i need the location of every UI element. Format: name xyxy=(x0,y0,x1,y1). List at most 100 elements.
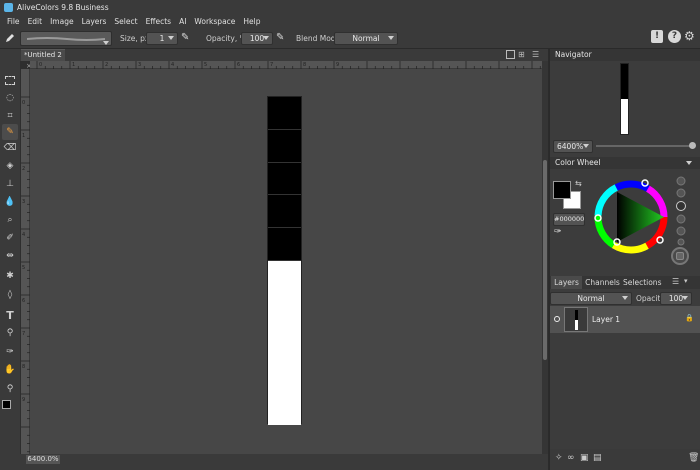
paint-brush-tool-icon[interactable]: ⚲ xyxy=(2,325,18,341)
square-icon xyxy=(676,252,684,260)
menu-workspace[interactable]: Workspace xyxy=(190,17,239,26)
opacity-input[interactable]: 100 xyxy=(241,32,273,45)
vertical-scrollbar-thumb[interactable] xyxy=(543,160,547,360)
layer-thumbnail xyxy=(564,307,588,332)
toolbox: ◌ ⌗ ✎ ⌫ ◈ ⊥ 💧 ⌕ ✐ ⇹ ✱ ◊ T ⚲ ✑ ✋ ⚲ xyxy=(0,49,20,470)
canvas-pixel-cell xyxy=(268,392,301,425)
layer-blend-mode-value: Normal xyxy=(577,294,605,303)
document-tab[interactable]: *Untitled 2 × xyxy=(21,49,65,70)
layer-blend-mode-select[interactable]: Normal xyxy=(550,292,632,305)
layer-thumbnail-strip xyxy=(575,310,578,330)
app-logo-icon xyxy=(4,2,13,12)
tab-channels[interactable]: Channels xyxy=(585,276,620,289)
layer-opacity-input[interactable]: 100 xyxy=(660,292,692,305)
eyedropper-tool-icon[interactable]: ✑ xyxy=(2,344,18,360)
pressure-opacity-icon[interactable]: ✎ xyxy=(276,32,288,44)
brush-tool-icon[interactable]: ✐ xyxy=(2,230,18,246)
new-group-icon[interactable]: ▣ xyxy=(580,453,589,463)
eraser-tool-icon[interactable]: ⌫ xyxy=(2,140,18,156)
shape-tool-icon[interactable]: ◊ xyxy=(2,287,18,303)
marquee-select-tool-icon[interactable] xyxy=(2,72,18,88)
chevron-down-icon xyxy=(103,41,109,45)
menu-file[interactable]: File xyxy=(3,17,24,26)
navigator-zoom-slider-handle[interactable] xyxy=(689,142,696,149)
chevron-down-icon xyxy=(622,296,628,300)
menu-effects[interactable]: Effects xyxy=(142,17,176,26)
menu-help[interactable]: Help xyxy=(239,17,264,26)
ruler-label: 5 xyxy=(22,265,25,271)
menu-select[interactable]: Select xyxy=(110,17,141,26)
tab-layers[interactable]: Layers xyxy=(551,276,582,289)
ruler-label: 0 xyxy=(39,62,42,68)
notification-icon[interactable]: ! xyxy=(651,30,663,43)
new-document-icon[interactable] xyxy=(506,50,515,59)
menu-edit[interactable]: Edit xyxy=(24,17,47,26)
hand-tool-icon[interactable]: ✋ xyxy=(2,362,18,378)
canvas-pixel-cell xyxy=(268,326,301,360)
menu-image[interactable]: Image xyxy=(46,17,78,26)
link-layers-icon[interactable]: ∞ xyxy=(567,453,575,463)
ruler-label: 8 xyxy=(303,62,306,68)
settings-gear-icon[interactable]: ⚙ xyxy=(684,29,697,43)
swap-colors-icon[interactable]: ⇆ xyxy=(575,179,584,188)
fill-bucket-tool-icon[interactable]: ◈ xyxy=(2,158,18,174)
arrange-windows-icon[interactable]: ⊞ xyxy=(518,50,528,60)
navigator-zoom-value: 6400% xyxy=(557,142,584,151)
smudge-tool-icon[interactable]: ⌕ xyxy=(2,212,18,228)
ruler-label: 3 xyxy=(22,199,25,205)
chevron-down-icon xyxy=(686,161,692,165)
layer-name: Layer 1 xyxy=(592,315,621,324)
ruler-label: 4 xyxy=(22,232,25,238)
blur-drop-tool-icon[interactable]: 💧 xyxy=(2,194,18,210)
size-label: Size, px xyxy=(120,34,150,43)
layer-opacity-value: 100 xyxy=(668,294,684,303)
pressure-size-icon[interactable]: ✎ xyxy=(181,32,193,44)
size-input[interactable]: 1 xyxy=(146,32,178,45)
menu-ai[interactable]: AI xyxy=(175,17,190,26)
layer-row[interactable]: Layer 1 🔒 xyxy=(550,306,700,333)
zoom-tool-icon[interactable]: ⚲ xyxy=(2,381,18,397)
navigator-preview[interactable] xyxy=(620,63,629,135)
crop-tool-icon[interactable]: ⌗ xyxy=(2,108,18,124)
eyedropper-icon[interactable]: ✑ xyxy=(554,227,564,237)
text-tool-icon[interactable]: T xyxy=(2,307,18,323)
color-wheel-graphic xyxy=(594,179,668,254)
color-wheel[interactable] xyxy=(592,178,670,256)
blend-mode-select[interactable]: Normal xyxy=(334,32,398,45)
chevron-down-icon xyxy=(583,144,589,148)
lock-icon[interactable]: 🔒 xyxy=(685,315,694,322)
canvas-image[interactable] xyxy=(267,96,302,425)
color-wheel-mode-button[interactable] xyxy=(671,247,689,265)
chevron-down-icon[interactable]: ▾ xyxy=(684,277,693,287)
chevron-down-icon xyxy=(388,36,394,40)
mirror-symmetry-tool-icon[interactable]: ⇹ xyxy=(2,248,18,264)
healing-tool-icon[interactable]: ✱ xyxy=(2,268,18,284)
navigator-zoom-slider[interactable] xyxy=(596,145,694,147)
hex-color-field[interactable]: #000000 xyxy=(553,213,585,226)
document-menu-icon[interactable]: ☰ xyxy=(532,50,542,60)
foreground-color-swatch[interactable] xyxy=(2,400,11,409)
menu-bar: File Edit Image Layers Select Effects AI… xyxy=(0,14,700,28)
tab-layers-label: Layers xyxy=(554,278,579,287)
add-effect-icon[interactable]: ✧ xyxy=(555,453,563,463)
color-harmony-buttons[interactable] xyxy=(676,176,686,246)
layer-visibility-icon[interactable] xyxy=(554,316,560,322)
navigator-zoom-select[interactable]: 6400% xyxy=(553,140,593,153)
help-icon[interactable]: ? xyxy=(668,30,681,43)
delete-layer-icon[interactable]: 🗑 xyxy=(688,453,699,463)
color-wheel-title: Color Wheel xyxy=(555,158,601,167)
blend-mode-value: Normal xyxy=(352,34,380,43)
foreground-color-swatch[interactable] xyxy=(553,181,571,199)
layers-menu-icon[interactable]: ☰ xyxy=(672,277,681,287)
stamp-tool-icon[interactable]: ⊥ xyxy=(2,176,18,192)
pencil-tool-icon[interactable]: ✎ xyxy=(2,124,18,140)
brush-preset-picker[interactable] xyxy=(20,31,112,46)
canvas-pixel-cell xyxy=(268,261,301,294)
new-layer-icon[interactable]: ▤ xyxy=(593,453,602,463)
chevron-down-icon xyxy=(682,296,688,300)
lasso-tool-icon[interactable]: ◌ xyxy=(2,90,18,106)
menu-layers[interactable]: Layers xyxy=(78,17,111,26)
tab-selections[interactable]: Selections xyxy=(623,276,661,289)
vertical-ruler: 0 1 2 3 4 5 6 7 8 9 xyxy=(21,69,30,454)
ruler-label: 3 xyxy=(138,62,141,68)
